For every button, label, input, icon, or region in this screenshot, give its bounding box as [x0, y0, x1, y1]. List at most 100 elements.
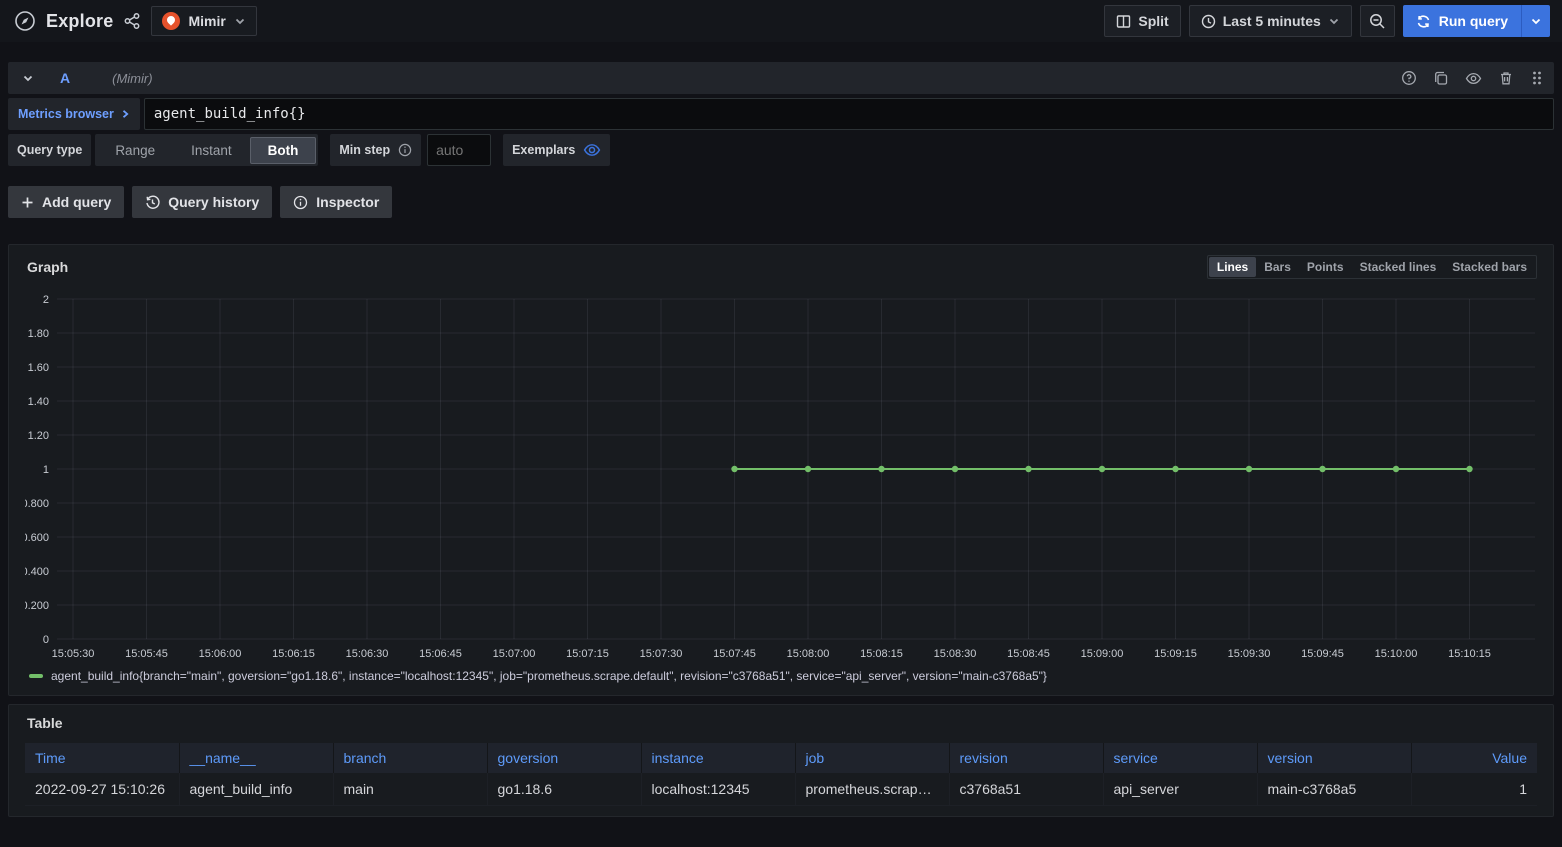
- metrics-browser-label: Metrics browser: [18, 107, 114, 121]
- svg-text:15:07:45: 15:07:45: [713, 648, 756, 660]
- delete-query-icon[interactable]: [1498, 70, 1514, 86]
- svg-text:1.40: 1.40: [28, 396, 49, 408]
- query-expression-input[interactable]: agent_build_info{}: [144, 98, 1554, 130]
- exemplars-chip: Exemplars: [503, 134, 610, 166]
- column-header-instance[interactable]: instance: [641, 743, 795, 773]
- time-range-label: Last 5 minutes: [1223, 13, 1321, 29]
- column-header-job[interactable]: job: [795, 743, 949, 773]
- chevron-right-icon: [120, 109, 130, 119]
- svg-text:15:09:00: 15:09:00: [1081, 648, 1124, 660]
- history-icon: [145, 195, 160, 210]
- svg-text:0.800: 0.800: [25, 498, 49, 510]
- svg-text:0.400: 0.400: [25, 566, 49, 578]
- add-query-label: Add query: [42, 194, 111, 210]
- query-datasource-hint: (Mimir): [112, 71, 152, 86]
- svg-text:15:08:15: 15:08:15: [860, 648, 903, 660]
- column-header-service[interactable]: service: [1103, 743, 1257, 773]
- help-icon[interactable]: [1401, 70, 1417, 86]
- info-icon[interactable]: [398, 143, 412, 157]
- query-row-header: A (Mimir): [8, 62, 1554, 94]
- cell-revision: c3768a51: [949, 773, 1103, 806]
- explore-toolbar: Explore Mimir Split Last 5 minutes: [0, 0, 1562, 42]
- column-header-revision[interactable]: revision: [949, 743, 1103, 773]
- cell-value: 1: [1411, 773, 1537, 806]
- refresh-icon: [1416, 14, 1431, 29]
- graph-canvas[interactable]: 21.801.601.401.2010.8000.6000.4000.20001…: [25, 293, 1539, 667]
- graph-mode-stacked-bars[interactable]: Stacked bars: [1444, 257, 1535, 277]
- split-label: Split: [1138, 13, 1168, 29]
- graph-mode-lines[interactable]: Lines: [1209, 257, 1256, 277]
- table-header-row: Time __name__ branch goversion instance …: [25, 743, 1537, 773]
- svg-text:15:08:00: 15:08:00: [787, 648, 830, 660]
- svg-text:15:07:00: 15:07:00: [493, 648, 536, 660]
- column-header-time[interactable]: Time: [25, 743, 179, 773]
- svg-text:1: 1: [43, 464, 49, 476]
- query-type-both[interactable]: Both: [250, 137, 317, 164]
- inspector-button[interactable]: Inspector: [280, 186, 392, 218]
- svg-text:0: 0: [43, 634, 49, 646]
- column-header-name[interactable]: __name__: [179, 743, 333, 773]
- graph-mode-points[interactable]: Points: [1299, 257, 1352, 277]
- inspector-label: Inspector: [316, 194, 379, 210]
- page-title: Explore: [46, 11, 113, 32]
- plus-icon: [21, 196, 34, 209]
- svg-text:1.80: 1.80: [28, 328, 49, 340]
- chevron-down-icon: [234, 15, 246, 27]
- svg-text:0.600: 0.600: [25, 532, 49, 544]
- column-header-value[interactable]: Value: [1411, 743, 1537, 773]
- duplicate-query-icon[interactable]: [1433, 70, 1449, 86]
- svg-text:15:06:15: 15:06:15: [272, 648, 315, 660]
- cell-service: api_server: [1103, 773, 1257, 806]
- collapse-chevron-icon[interactable]: [22, 72, 34, 84]
- query-history-label: Query history: [168, 194, 259, 210]
- cell-time: 2022-09-27 15:10:26: [25, 773, 179, 806]
- query-type-selector: Range Instant Both: [95, 134, 318, 166]
- add-query-button[interactable]: Add query: [8, 186, 124, 218]
- metrics-browser-button[interactable]: Metrics browser: [8, 98, 140, 130]
- drag-handle-icon[interactable]: [1530, 70, 1544, 86]
- cell-job: prometheus.scrape.default: [795, 773, 949, 806]
- svg-text:15:05:30: 15:05:30: [52, 648, 95, 660]
- svg-text:0.200: 0.200: [25, 600, 49, 612]
- svg-text:15:07:30: 15:07:30: [640, 648, 683, 660]
- share-icon[interactable]: [123, 12, 141, 30]
- datasource-picker[interactable]: Mimir: [151, 6, 256, 36]
- run-query-dropdown[interactable]: [1521, 5, 1550, 37]
- cell-name: agent_build_info: [179, 773, 333, 806]
- clock-icon: [1201, 14, 1216, 29]
- graph-mode-bars[interactable]: Bars: [1256, 257, 1299, 277]
- zoom-out-button[interactable]: [1360, 5, 1395, 37]
- svg-text:15:10:15: 15:10:15: [1448, 648, 1491, 660]
- disable-query-eye-icon[interactable]: [1465, 70, 1482, 87]
- query-ref-id[interactable]: A: [60, 70, 70, 86]
- column-header-branch[interactable]: branch: [333, 743, 487, 773]
- cell-version: main-c3768a5: [1257, 773, 1411, 806]
- svg-text:15:07:15: 15:07:15: [566, 648, 609, 660]
- svg-text:15:06:45: 15:06:45: [419, 648, 462, 660]
- run-query-button[interactable]: Run query: [1403, 5, 1550, 37]
- split-button[interactable]: Split: [1104, 5, 1180, 37]
- zoom-out-icon: [1369, 13, 1386, 30]
- time-range-picker[interactable]: Last 5 minutes: [1189, 5, 1352, 37]
- table-row: 2022-09-27 15:10:26 agent_build_info mai…: [25, 773, 1537, 806]
- exemplars-toggle-eye-icon[interactable]: [583, 141, 601, 159]
- svg-text:15:08:45: 15:08:45: [1007, 648, 1050, 660]
- column-header-version[interactable]: version: [1257, 743, 1411, 773]
- chevron-down-icon: [1328, 15, 1340, 27]
- graph-mode-selector: Lines Bars Points Stacked lines Stacked …: [1207, 255, 1537, 279]
- legend-series-label[interactable]: agent_build_info{branch="main", goversio…: [51, 669, 1047, 683]
- query-type-range[interactable]: Range: [97, 137, 173, 164]
- results-table: Time __name__ branch goversion instance …: [25, 743, 1537, 806]
- query-history-button[interactable]: Query history: [132, 186, 272, 218]
- query-type-instant[interactable]: Instant: [173, 137, 250, 164]
- cell-goversion: go1.18.6: [487, 773, 641, 806]
- table-panel-title: Table: [25, 715, 63, 731]
- split-icon: [1116, 14, 1131, 29]
- min-step-label: Min step: [339, 143, 390, 157]
- min-step-input[interactable]: [427, 134, 491, 166]
- column-header-goversion[interactable]: goversion: [487, 743, 641, 773]
- explore-compass-icon: [14, 10, 36, 32]
- svg-text:1.60: 1.60: [28, 362, 49, 374]
- graph-mode-stacked-lines[interactable]: Stacked lines: [1352, 257, 1445, 277]
- mimir-logo-icon: [162, 12, 180, 30]
